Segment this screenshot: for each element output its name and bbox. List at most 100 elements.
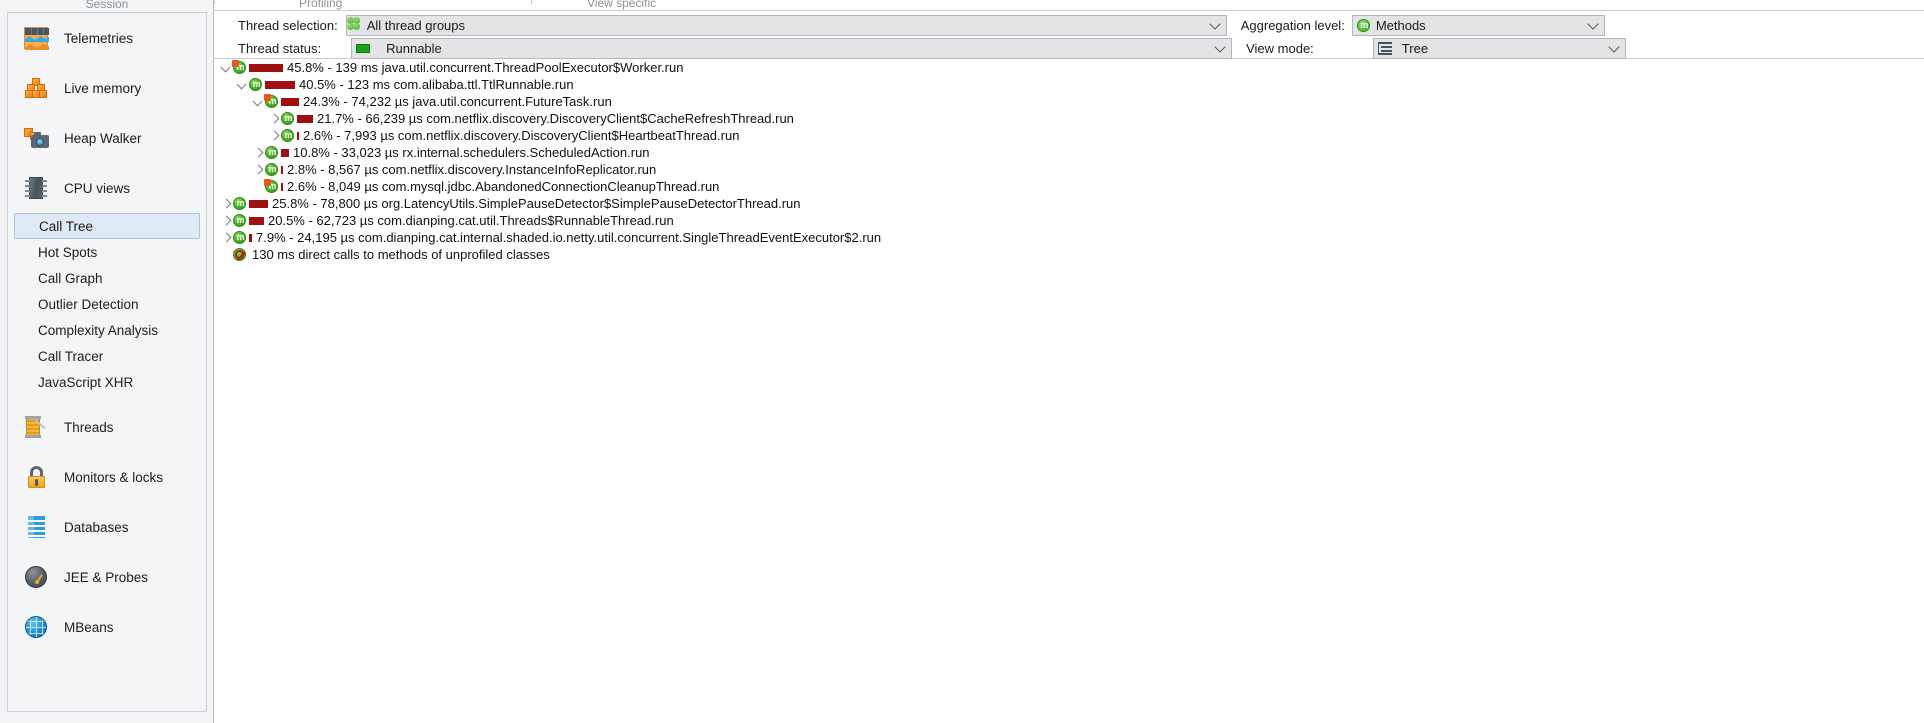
call-tree-bar	[281, 182, 283, 191]
chevron-down-icon[interactable]	[1608, 41, 1620, 53]
call-tree-row[interactable]: 24.3% - 74,232 µs java.util.concurrent.F…	[214, 93, 1924, 110]
view-mode-dropdown[interactable]: Tree	[1372, 37, 1626, 59]
sidebar-item-heap-walker[interactable]: Heap Walker	[8, 113, 206, 163]
databases-icon	[22, 513, 50, 541]
call-tree-bar	[249, 199, 268, 208]
flag-marker-icon	[264, 94, 271, 101]
call-tree-row[interactable]: 20.5% - 62,723 µs com.dianping.cat.util.…	[214, 212, 1924, 229]
toolbar-caption-row: Profiling View specific	[214, 0, 1924, 10]
sidebar-item-threads[interactable]: Threads	[8, 402, 206, 452]
aggregation-level-dropdown[interactable]: Methods	[1351, 14, 1605, 36]
sidebar-item-live-memory[interactable]: Live memory	[8, 63, 206, 113]
call-tree-bar	[297, 114, 313, 123]
chevron-down-icon[interactable]	[1587, 18, 1599, 30]
sidebar-subitem-label: JavaScript XHR	[38, 374, 134, 390]
call-tree-row[interactable]: 2.8% - 8,567 µs com.netflix.discovery.In…	[214, 161, 1924, 178]
call-tree-row[interactable]: 21.7% - 66,239 µs com.netflix.discovery.…	[214, 110, 1924, 127]
thread-status-value: Runnable	[386, 40, 442, 56]
call-tree-row[interactable]: 7.9% - 24,195 µs com.dianping.cat.intern…	[214, 229, 1924, 246]
call-tree-row[interactable]: 2.6% - 7,993 µs com.netflix.discovery.Di…	[214, 127, 1924, 144]
sidebar-item-label: Live memory	[64, 80, 142, 96]
sidebar-item-label: Monitors & locks	[64, 469, 164, 485]
sidebar-item-telemetries[interactable]: Telemetries	[8, 13, 206, 63]
view-mode-value: Tree	[1401, 40, 1429, 56]
sidebar-item-jee-probes[interactable]: JEE & Probes	[8, 552, 206, 602]
heap-walker-icon	[22, 124, 50, 152]
aggregation-level-value: Methods	[1375, 17, 1426, 33]
cpu-views-icon	[22, 174, 50, 202]
live-memory-icon	[22, 74, 50, 102]
thread-status-dropdown[interactable]: Runnable	[351, 37, 1233, 59]
method-icon	[265, 146, 279, 159]
thread-selection-value: All thread groups	[366, 17, 466, 33]
view-mode-label: View mode:	[1246, 40, 1314, 56]
sidebar-item-cpu-views[interactable]: CPU views	[8, 163, 206, 213]
call-tree-bar	[265, 80, 295, 89]
unprofiled-icon	[233, 248, 246, 261]
expand-arrow-closed-icon[interactable]	[220, 214, 233, 227]
main-panel: Profiling View specific Thread selection…	[214, 0, 1924, 723]
chevron-down-icon[interactable]	[1214, 41, 1226, 53]
sidebar-item-call-tree[interactable]: Call Tree	[14, 213, 200, 239]
sidebar-subitem-label: Outlier Detection	[38, 296, 139, 312]
call-tree-row-label: 2.8% - 8,567 µs com.netflix.discovery.In…	[287, 162, 657, 177]
expand-arrow-closed-icon[interactable]	[220, 197, 233, 210]
call-tree-row[interactable]: 130 ms direct calls to methods of unprof…	[214, 246, 1924, 263]
sidebar-item-mbeans[interactable]: MBeans	[8, 602, 206, 652]
call-tree-row[interactable]: 2.6% - 8,049 µs com.mysql.jdbc.Abandoned…	[214, 178, 1924, 195]
sidebar-item-databases[interactable]: Databases	[8, 502, 206, 552]
sidebar-panel: Telemetries Live memory Heap Walker CPU …	[7, 12, 207, 712]
call-tree-row-label: 10.8% - 33,023 µs rx.internal.schedulers…	[293, 145, 650, 160]
threads-icon	[22, 413, 50, 441]
sidebar-item-javascript-xhr[interactable]: JavaScript XHR	[8, 369, 206, 395]
expand-arrow-open-icon[interactable]	[236, 78, 249, 91]
method-icon-flagged	[264, 94, 279, 108]
call-tree-row-label: 45.8% - 139 ms java.util.concurrent.Thre…	[287, 60, 684, 75]
call-tree-row-label: 40.5% - 123 ms com.alibaba.ttl.TtlRunnab…	[299, 77, 574, 92]
flag-marker-icon	[264, 179, 271, 186]
sidebar-item-complexity-analysis[interactable]: Complexity Analysis	[8, 317, 206, 343]
sidebar-item-label: Databases	[64, 519, 129, 535]
call-tree-row[interactable]: 40.5% - 123 ms com.alibaba.ttl.TtlRunnab…	[214, 76, 1924, 93]
sidebar-item-call-tracer[interactable]: Call Tracer	[8, 343, 206, 369]
method-icon	[249, 78, 263, 91]
call-tree[interactable]: 45.8% - 139 ms java.util.concurrent.Thre…	[214, 59, 1924, 723]
call-tree-row[interactable]: 10.8% - 33,023 µs rx.internal.schedulers…	[214, 144, 1924, 161]
method-icon-flagged	[264, 179, 279, 193]
thread-selection-dropdown[interactable]: All thread groups	[345, 14, 1227, 36]
toolbar-caption-profiling: Profiling	[299, 0, 343, 10]
expand-arrow-closed-icon[interactable]	[252, 163, 265, 176]
call-tree-row-label: 24.3% - 74,232 µs java.util.concurrent.F…	[303, 94, 612, 109]
sidebar-item-label: Telemetries	[64, 30, 134, 46]
call-tree-row-label: 21.7% - 66,239 µs com.netflix.discovery.…	[317, 111, 794, 126]
aggregation-level-label: Aggregation level:	[1240, 17, 1345, 33]
call-tree-bar	[249, 63, 283, 72]
call-tree-bar	[249, 216, 264, 225]
sidebar-item-call-graph[interactable]: Call Graph	[8, 265, 206, 291]
call-tree-row[interactable]: 25.8% - 78,800 µs org.LatencyUtils.Simpl…	[214, 195, 1924, 212]
runnable-status-icon	[356, 43, 371, 53]
sidebar-item-hot-spots[interactable]: Hot Spots	[8, 239, 206, 265]
expand-arrow-closed-icon[interactable]	[268, 129, 281, 142]
expand-arrow-closed-icon[interactable]	[268, 112, 281, 125]
call-tree-row-label: 25.8% - 78,800 µs org.LatencyUtils.Simpl…	[272, 196, 801, 211]
jee-probes-icon	[22, 563, 50, 591]
telemetries-icon	[22, 24, 50, 52]
method-icon	[265, 163, 279, 176]
sidebar-item-outlier-detection[interactable]: Outlier Detection	[8, 291, 206, 317]
sidebar-item-label: Heap Walker	[64, 130, 142, 146]
expand-arrow-closed-icon[interactable]	[252, 146, 265, 159]
flag-marker-icon	[232, 60, 239, 67]
call-tree-bar	[297, 131, 299, 140]
method-icon	[233, 214, 247, 227]
sidebar-subitem-label: Call Graph	[38, 270, 103, 286]
mbeans-icon	[22, 613, 50, 641]
sidebar-subitem-label: Complexity Analysis	[38, 322, 159, 338]
sidebar-item-monitors-locks[interactable]: Monitors & locks	[8, 452, 206, 502]
chevron-down-icon[interactable]	[1209, 18, 1221, 30]
sidebar-item-label: Threads	[64, 419, 114, 435]
expand-arrow-closed-icon[interactable]	[220, 231, 233, 244]
call-tree-bar	[281, 148, 289, 157]
call-tree-row[interactable]: 45.8% - 139 ms java.util.concurrent.Thre…	[214, 59, 1924, 76]
